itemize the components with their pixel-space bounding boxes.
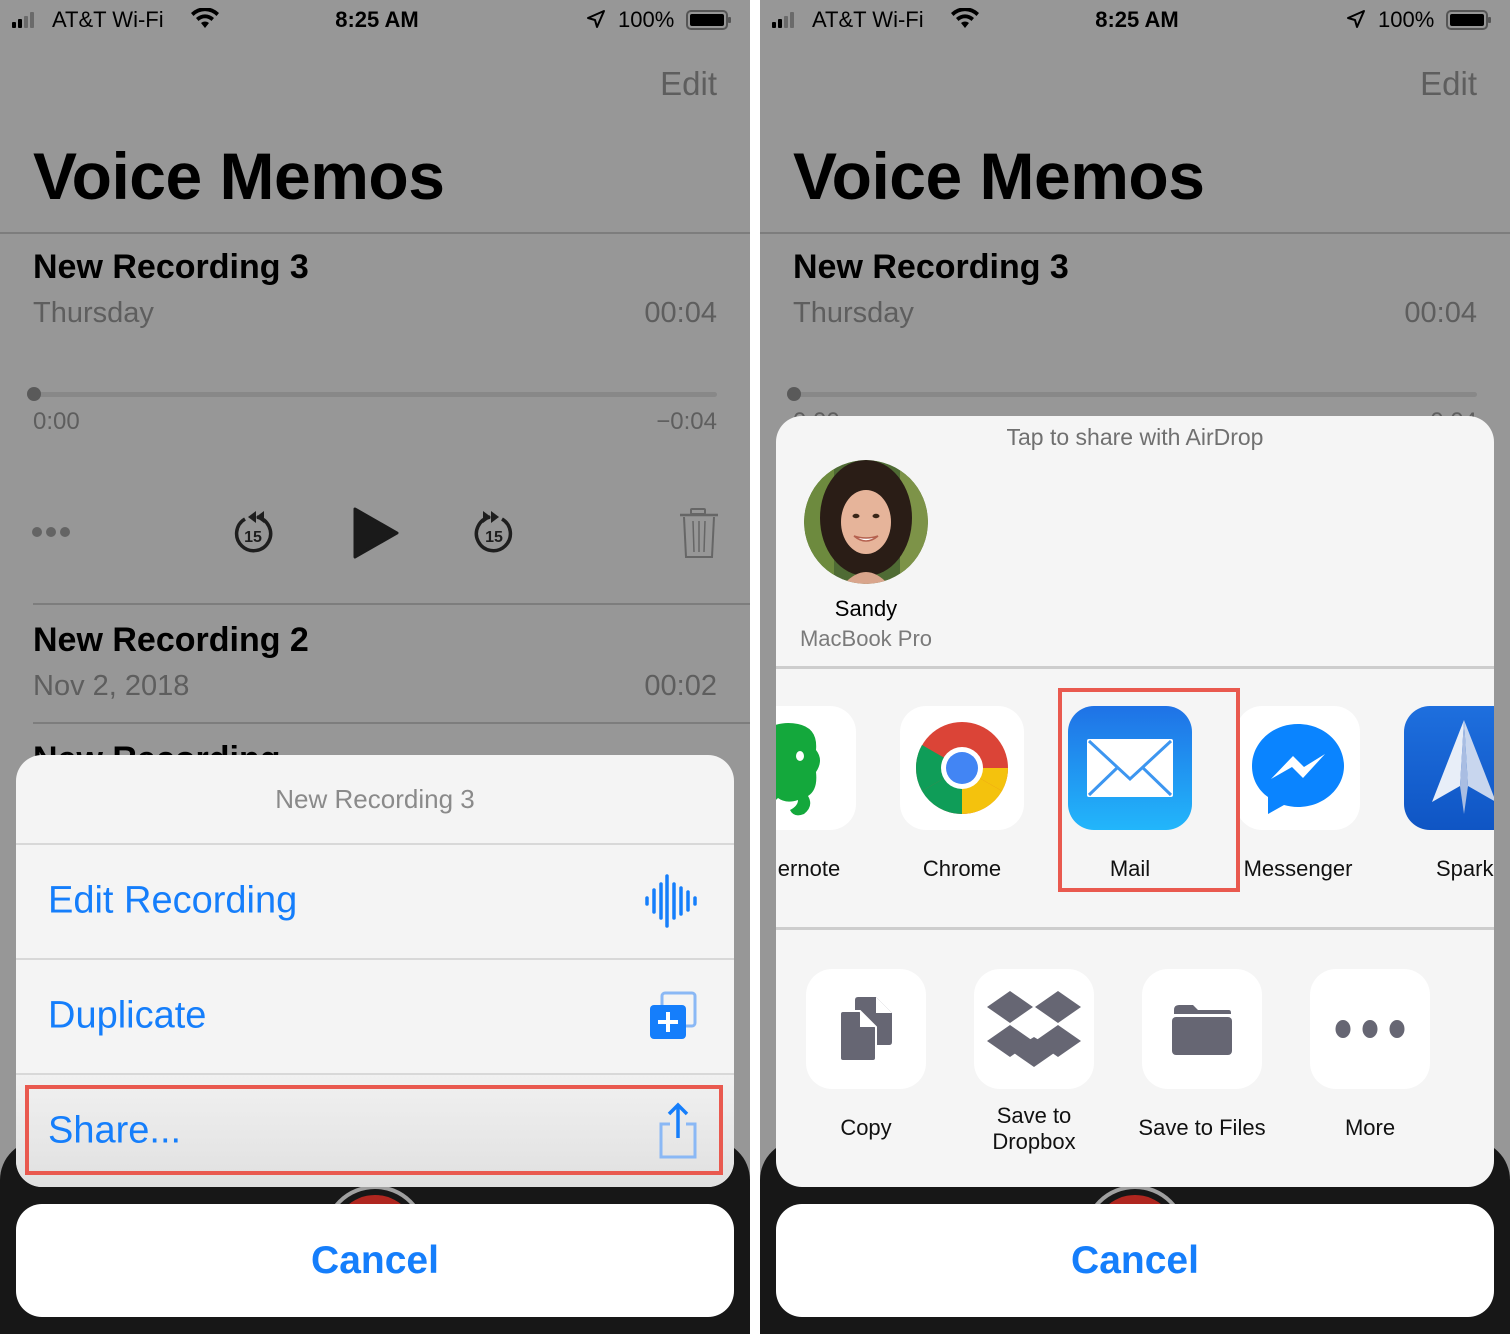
edit-button[interactable]: Edit	[660, 65, 717, 103]
avatar	[804, 460, 928, 584]
scrubber-handle[interactable]	[27, 387, 41, 401]
skip-forward-15-button[interactable]: 15	[469, 505, 519, 561]
status-bar: AT&T Wi-Fi 8:25 AM 100%	[760, 0, 1510, 40]
edit-button[interactable]: Edit	[1420, 65, 1477, 103]
phone-screen-share-sheet: AT&T Wi-Fi 8:25 AM 100% Edit Voice Memos…	[760, 0, 1510, 1334]
waveform-icon	[645, 874, 697, 928]
battery-icon	[686, 10, 731, 30]
app-chrome[interactable]: Chrome	[900, 706, 1024, 881]
save-to-dropbox-button[interactable]: Save to Dropbox	[974, 969, 1094, 1154]
edit-recording-button[interactable]: Edit Recording	[16, 843, 734, 957]
recording-date: Nov 2, 2018	[33, 670, 190, 702]
more-button[interactable]: More	[1310, 969, 1430, 1140]
spark-icon	[1404, 706, 1494, 830]
remaining-time: −0:04	[656, 408, 717, 435]
messenger-icon	[1236, 706, 1360, 830]
duplicate-label: Duplicate	[48, 994, 207, 1037]
share-sheet: Tap to share with AirDrop Sandy MacBook …	[776, 416, 1494, 1187]
play-button[interactable]	[352, 507, 400, 559]
svg-text:15: 15	[485, 529, 503, 546]
recording-title: New Recording 3	[33, 248, 309, 286]
cancel-button[interactable]: Cancel	[16, 1204, 734, 1317]
save-to-files-button[interactable]: Save to Files	[1138, 969, 1266, 1140]
chrome-icon	[900, 706, 1024, 830]
svg-text:15: 15	[244, 529, 262, 546]
battery-percent: 100%	[618, 7, 675, 32]
copy-icon	[806, 969, 926, 1089]
recording-title: New Recording 3	[793, 248, 1069, 286]
divider	[0, 232, 750, 234]
skip-back-icon: 15	[234, 511, 273, 553]
contact-name: Sandy	[834, 596, 898, 621]
recording-duration: 00:04	[644, 297, 717, 329]
skip-forward-icon: 15	[474, 511, 513, 553]
recording-date: Thursday	[33, 297, 154, 329]
edit-recording-label: Edit Recording	[48, 879, 298, 922]
scrubber-handle[interactable]	[787, 387, 801, 401]
recording-duration: 00:04	[1404, 297, 1477, 329]
divider	[776, 927, 1494, 930]
battery-icon	[1446, 10, 1491, 30]
action-label: More	[1344, 1115, 1396, 1140]
status-bar: AT&T Wi-Fi 8:25 AM 100%	[0, 0, 750, 40]
action-sheet-title: New Recording 3	[275, 783, 475, 814]
more-icon	[1310, 969, 1430, 1089]
recording-title: New Recording 2	[33, 621, 309, 659]
page-title: Voice Memos	[33, 139, 445, 213]
location-arrow-icon	[1347, 10, 1365, 28]
airdrop-contact[interactable]: Sandy MacBook Pro	[796, 460, 936, 652]
phone-screen-action-sheet: AT&T Wi-Fi 8:25 AM 100% Edit Voice Memos…	[0, 0, 750, 1334]
page-title: Voice Memos	[793, 139, 1205, 213]
elapsed-time: 0:00	[33, 408, 80, 435]
contact-device: MacBook Pro	[799, 626, 933, 651]
app-messenger[interactable]: Messenger	[1236, 706, 1360, 881]
playback-scrubber[interactable]	[793, 392, 1477, 397]
evernote-icon	[776, 706, 856, 830]
cancel-button[interactable]: Cancel	[776, 1204, 1494, 1317]
airdrop-caption: Tap to share with AirDrop	[1006, 424, 1264, 450]
copy-button[interactable]: Copy	[806, 969, 926, 1140]
duplicate-button[interactable]: Duplicate	[16, 958, 734, 1072]
app-evernote[interactable]: ernote	[776, 706, 856, 881]
app-label: Chrome	[922, 856, 1002, 881]
recording-duration: 00:02	[644, 670, 717, 702]
dropbox-icon	[974, 969, 1094, 1089]
location-arrow-icon	[587, 10, 605, 28]
trash-icon[interactable]	[679, 507, 719, 561]
battery-percent: 100%	[1378, 7, 1435, 32]
playback-scrubber[interactable]	[33, 392, 717, 397]
divider	[760, 232, 1510, 234]
duplicate-icon	[650, 991, 697, 1039]
share-highlight-box	[25, 1085, 723, 1175]
divider	[33, 603, 750, 605]
mail-highlight-box	[1058, 688, 1240, 892]
divider	[776, 666, 1494, 669]
skip-back-15-button[interactable]: 15	[228, 505, 278, 561]
folder-icon	[1142, 969, 1262, 1089]
clock: 8:25 AM	[1095, 7, 1179, 32]
app-label: Spark	[1436, 856, 1494, 881]
clock: 8:25 AM	[335, 7, 419, 32]
app-spark[interactable]: Spark	[1404, 706, 1494, 881]
more-options-icon[interactable]	[31, 523, 73, 541]
divider	[33, 722, 750, 724]
recording-date: Thursday	[793, 297, 914, 329]
